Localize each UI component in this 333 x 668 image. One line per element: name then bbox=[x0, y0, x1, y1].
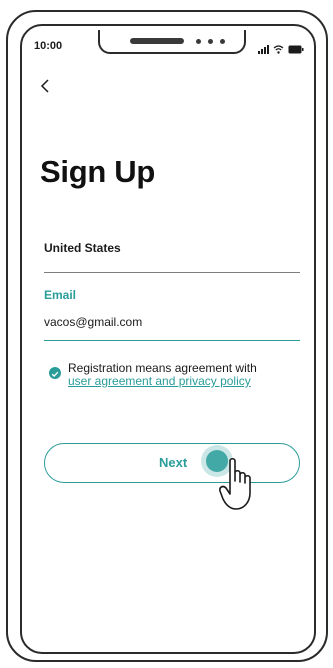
email-field[interactable]: vacos@gmail.com bbox=[44, 312, 300, 341]
next-label: Next bbox=[159, 455, 188, 470]
battery-icon bbox=[288, 45, 304, 54]
notch-dot bbox=[208, 39, 213, 44]
notch-dot bbox=[196, 39, 201, 44]
pointing-hand-icon bbox=[219, 457, 251, 510]
chevron-left-icon bbox=[40, 79, 49, 93]
status-icons bbox=[258, 42, 304, 54]
country-select[interactable]: United States bbox=[44, 238, 300, 273]
back-button[interactable] bbox=[38, 76, 54, 96]
wifi-icon bbox=[273, 45, 284, 54]
check-icon bbox=[51, 371, 59, 377]
email-label: Email bbox=[44, 288, 77, 302]
signal-icon bbox=[258, 44, 269, 54]
email-value: vacos@gmail.com bbox=[44, 315, 143, 329]
agreement-link[interactable]: user agreement and privacy policy bbox=[68, 375, 251, 388]
status-bar: 10:00 bbox=[22, 30, 314, 56]
status-time: 10:00 bbox=[34, 40, 63, 52]
agreement-checkbox[interactable] bbox=[49, 367, 61, 379]
phone-notch bbox=[98, 30, 246, 54]
page-title: Sign Up bbox=[40, 154, 155, 189]
notch-dot bbox=[220, 39, 225, 44]
country-value: United States bbox=[44, 241, 121, 255]
speaker-grille bbox=[130, 38, 184, 44]
